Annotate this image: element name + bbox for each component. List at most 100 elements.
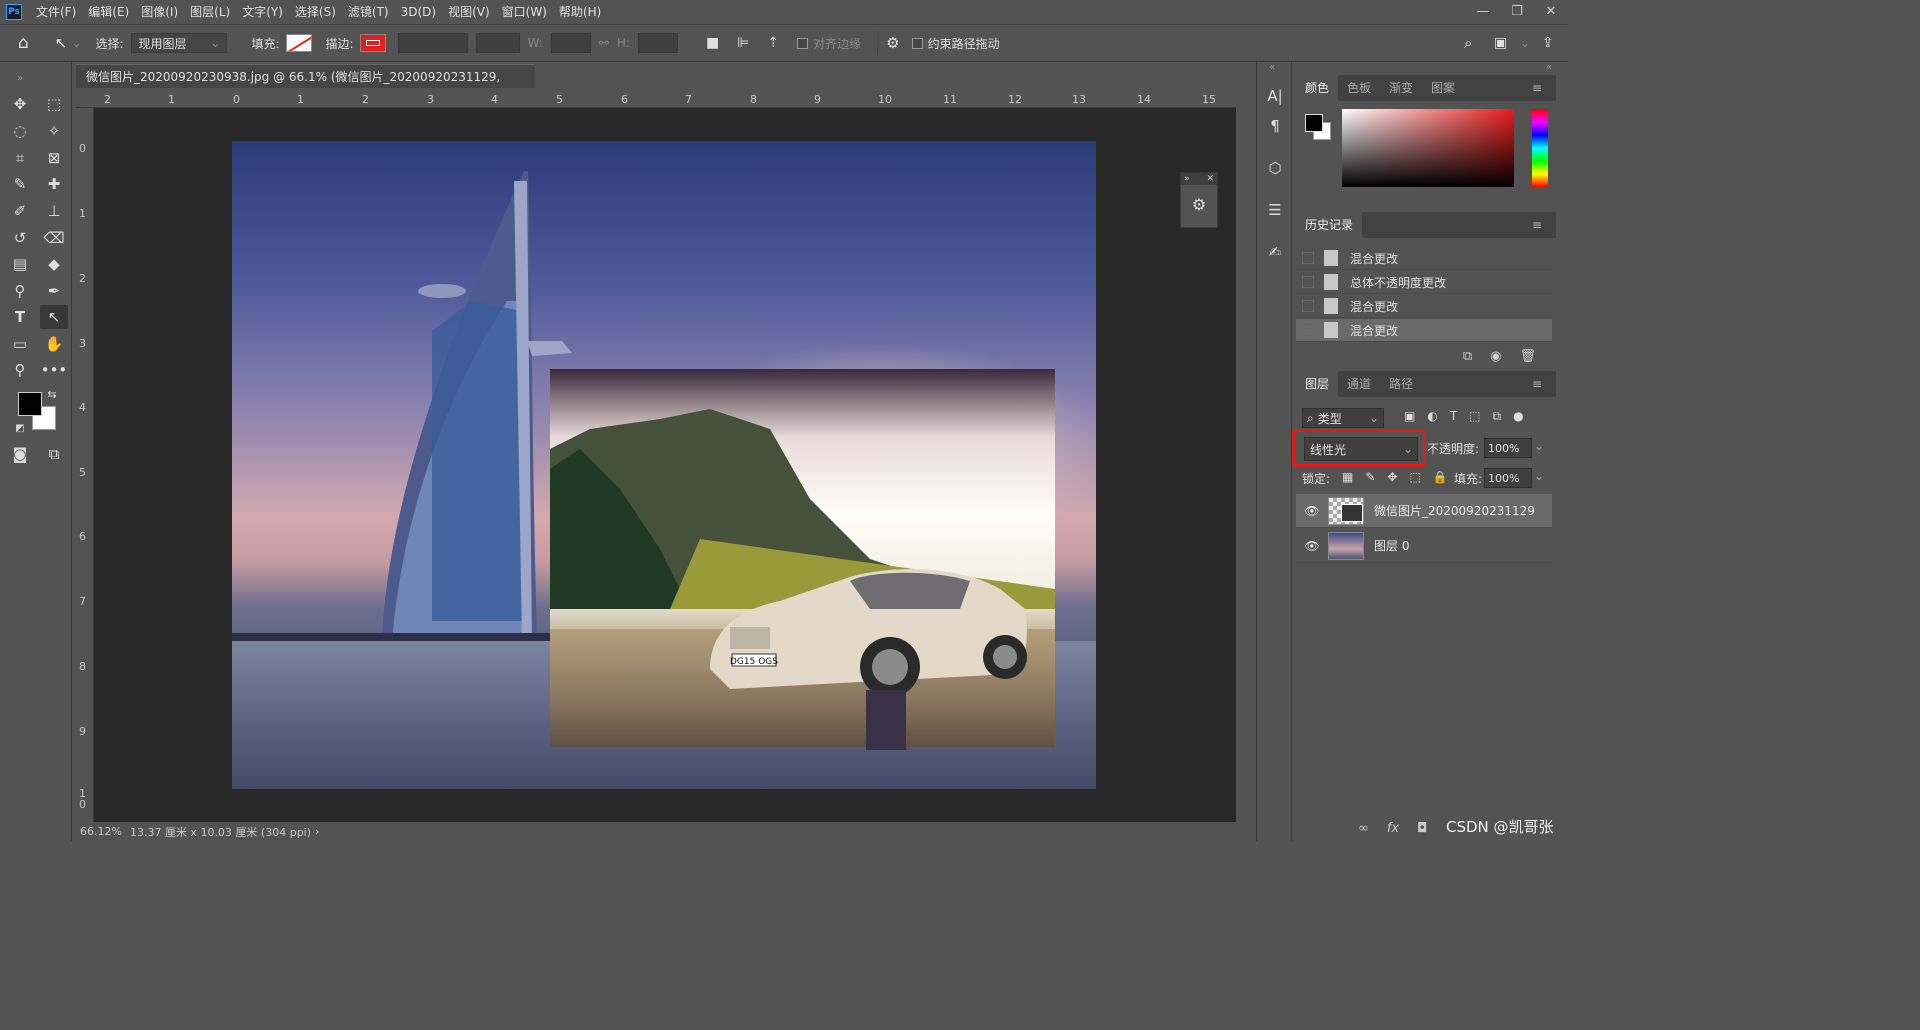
history-item[interactable]: 总体不透明度更改 <box>1296 271 1552 294</box>
foreground-color-swatch[interactable] <box>18 392 42 416</box>
menu-edit[interactable]: 编辑(E) <box>82 0 135 24</box>
lock-position-icon[interactable]: ✥ <box>1387 470 1397 484</box>
history-item-selected[interactable]: 混合更改 <box>1296 319 1552 342</box>
stroke-width-field[interactable] <box>397 33 468 53</box>
default-colors-icon[interactable]: ◩ <box>12 420 28 436</box>
layer-row-selected[interactable]: 👁 微信图片_20200920231129 <box>1296 494 1552 528</box>
menu-window[interactable]: 窗口(W) <box>496 0 553 24</box>
minimize-button[interactable]: — <box>1466 0 1500 22</box>
tab-gradients[interactable]: 渐变 <box>1380 75 1422 101</box>
select-dropdown[interactable]: 现用图层 ⌄ <box>131 33 228 53</box>
menu-help[interactable]: 帮助(H) <box>553 0 607 24</box>
history-checkbox[interactable] <box>1302 300 1314 312</box>
foreground-color-small[interactable] <box>1305 114 1323 132</box>
stroke-swatch[interactable] <box>359 34 386 52</box>
tab-color[interactable]: 颜色 <box>1296 75 1339 101</box>
lock-all-icon[interactable]: 🔒 <box>1433 470 1448 484</box>
type-tool-icon[interactable]: T <box>6 305 34 329</box>
close-window-button[interactable]: ✕ <box>1534 0 1568 22</box>
tab-channels[interactable]: 通道 <box>1338 371 1380 397</box>
history-checkbox[interactable] <box>1302 252 1314 264</box>
gear-icon[interactable]: ⚙ <box>886 34 899 52</box>
lock-transparent-icon[interactable]: ▦ <box>1342 470 1353 484</box>
workspace-chevron-icon[interactable]: ⌄ <box>1520 36 1530 50</box>
stamp-tool-icon[interactable]: ⊥ <box>40 199 68 223</box>
menu-image[interactable]: 图像(I) <box>135 0 184 24</box>
new-document-from-state-icon[interactable]: ⧉ <box>1463 349 1472 364</box>
home-icon[interactable]: ⌂ <box>18 33 29 53</box>
align-edges-checkbox[interactable] <box>797 37 809 49</box>
properties-icon[interactable]: ⚙ <box>1181 195 1217 214</box>
collapse-tools-icon[interactable]: » <box>6 66 34 90</box>
history-item[interactable]: 混合更改 <box>1296 295 1552 318</box>
rectangle-tool-icon[interactable]: ▭ <box>6 332 34 356</box>
blur-tool-icon[interactable]: ◆ <box>40 252 68 276</box>
path-select-tool-icon[interactable]: ↖ <box>55 34 68 52</box>
lock-artboard-icon[interactable]: ⬚ <box>1409 470 1420 484</box>
quick-mask-icon[interactable]: ◙ <box>6 442 34 466</box>
panel-menu-icon[interactable]: ≡ <box>1532 377 1542 391</box>
document-info[interactable]: 13.37 厘米 x 10.03 厘米 (304 ppi) <box>130 824 311 840</box>
path-operations-icon[interactable]: ■ <box>706 35 719 51</box>
tab-swatches[interactable]: 色板 <box>1338 75 1380 101</box>
color-panel-swatches[interactable] <box>1305 114 1331 140</box>
screen-mode-icon[interactable]: ⧉ <box>40 442 68 466</box>
opacity-chevron-icon[interactable]: ⌄ <box>1534 439 1544 453</box>
opacity-field[interactable]: 100% <box>1484 438 1532 458</box>
color-picker-field[interactable] <box>1342 109 1514 187</box>
collapse-strip-icon[interactable]: « <box>1269 62 1275 73</box>
pen-tool-icon[interactable]: ✒ <box>40 279 68 303</box>
path-arrangement-icon[interactable]: ⇡ <box>767 35 779 51</box>
expand-icon[interactable]: » <box>1184 174 1190 184</box>
gradient-tool-icon[interactable]: ▤ <box>6 252 34 276</box>
dodge-tool-icon[interactable]: ⚲ <box>6 279 34 303</box>
path-alignment-icon[interactable]: ⊫ <box>737 35 749 51</box>
mask-icon[interactable]: ◘ <box>1417 821 1427 836</box>
link-icon[interactable]: ⚯ <box>599 36 609 50</box>
fill-chevron-icon[interactable]: ⌄ <box>1534 469 1544 483</box>
pixel-layer-filter-icon[interactable]: ▣ <box>1404 409 1415 424</box>
fx-icon[interactable]: fx <box>1387 821 1399 836</box>
fill-swatch[interactable] <box>285 34 312 52</box>
constrain-checkbox[interactable] <box>911 37 923 49</box>
shape-layer-filter-icon[interactable]: ⬚ <box>1469 409 1480 424</box>
menu-type[interactable]: 文字(Y) <box>236 0 289 24</box>
lasso-tool-icon[interactable]: ◌ <box>6 119 34 143</box>
brush-settings-panel-icon[interactable]: ✍ <box>1263 240 1287 264</box>
hue-slider[interactable] <box>1532 109 1548 187</box>
eye-icon[interactable]: 👁 <box>1302 539 1322 553</box>
restore-button[interactable]: ❐ <box>1500 0 1534 22</box>
history-checkbox[interactable] <box>1302 276 1314 288</box>
width-field[interactable] <box>550 33 591 53</box>
close-icon[interactable]: ✕ <box>1206 174 1214 184</box>
document-tab[interactable]: 微信图片_20200920230938.jpg @ 66.1% (微信图片_20… <box>76 64 535 108</box>
hand-tool-icon[interactable]: ✋ <box>40 332 68 356</box>
menu-filter[interactable]: 滤镜(T) <box>342 0 395 24</box>
tool-preset-chevron-icon[interactable]: ⌄ <box>71 36 81 50</box>
direct-selection-tool-icon[interactable]: ↖ <box>40 305 68 329</box>
trash-icon[interactable]: 🗑 <box>1519 349 1536 364</box>
height-field[interactable] <box>637 33 678 53</box>
layer-filter-dropdown[interactable]: ⌕ 类型 ⌄ <box>1302 408 1384 428</box>
lock-image-icon[interactable]: ✎ <box>1365 470 1375 484</box>
workspace-icon[interactable]: ▣ <box>1494 35 1507 51</box>
tab-history[interactable]: 历史记录 <box>1296 212 1363 238</box>
menu-view[interactable]: 视图(V) <box>442 0 496 24</box>
fill-field[interactable]: 100% <box>1484 468 1532 488</box>
link-layers-icon[interactable]: ∞ <box>1358 821 1369 836</box>
chevron-right-icon[interactable]: › <box>315 825 319 838</box>
zoom-level[interactable]: 66.12% <box>80 825 122 838</box>
history-checkbox[interactable] <box>1302 324 1314 336</box>
share-icon[interactable]: ⇪ <box>1542 35 1554 51</box>
character-panel-icon[interactable]: A| <box>1263 84 1287 108</box>
swap-colors-icon[interactable]: ⇆ <box>44 386 60 402</box>
collapse-panels-icon[interactable]: « <box>1546 62 1552 73</box>
filter-toggle-icon[interactable]: ● <box>1513 409 1523 424</box>
eyedropper-tool-icon[interactable]: ✎ <box>6 172 34 196</box>
tab-paths[interactable]: 路径 <box>1380 371 1422 397</box>
menu-select[interactable]: 选择(S) <box>289 0 342 24</box>
menu-layer[interactable]: 图层(L) <box>184 0 236 24</box>
move-tool-icon[interactable]: ✥ <box>6 92 34 116</box>
layer-row[interactable]: 👁 图层 0 <box>1296 529 1552 563</box>
healing-brush-tool-icon[interactable]: ✚ <box>40 172 68 196</box>
